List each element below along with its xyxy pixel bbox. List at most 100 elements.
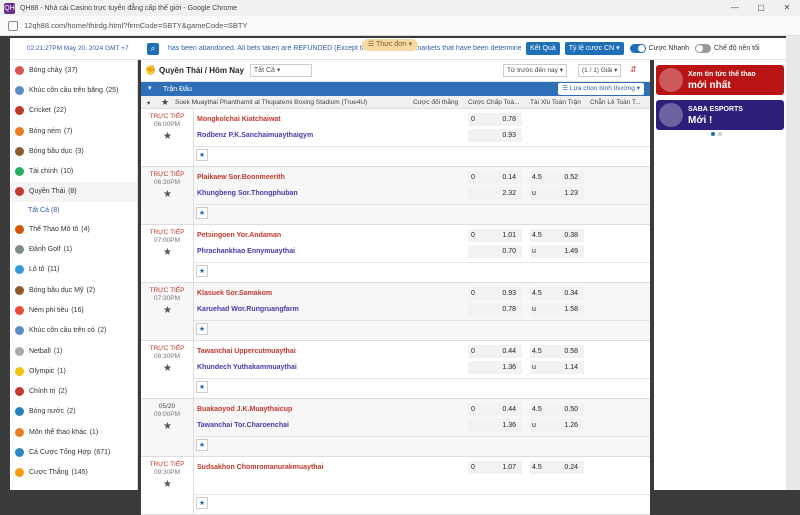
handicap-home-odds[interactable]: 1.07	[468, 461, 522, 474]
pin-star-icon[interactable]: ★	[196, 381, 208, 393]
address-bar[interactable]: 12qh88.com/home/thirdg.html?firmCode=SBT…	[0, 16, 800, 36]
sidebar-item[interactable]: Quyền Thái (8)	[10, 181, 137, 203]
sort-select[interactable]: Từ trước đến nay ▾	[503, 64, 567, 77]
night-mode-toggle[interactable]: Chế độ nền tối	[695, 44, 760, 53]
sidebar-item[interactable]: Đánh Golf (1)	[10, 239, 137, 259]
sidebar-item[interactable]: Cược Thắng (145)	[10, 463, 137, 483]
league-star-icon[interactable]: ★	[161, 97, 169, 108]
handicap-away-odds[interactable]: 1.36	[468, 361, 522, 374]
sport-icon	[15, 407, 24, 417]
close-icon[interactable]: ✕	[774, 0, 800, 16]
sidebar-item-label: Netball	[29, 347, 51, 355]
sidebar-item[interactable]: Cricket (22)	[10, 101, 137, 121]
favorite-star-icon[interactable]: ★	[163, 479, 172, 490]
handicap-home-odds[interactable]: 0.14	[468, 171, 522, 184]
handicap-home-odds[interactable]: 0.44	[468, 345, 522, 358]
results-button[interactable]: Kết Quả	[526, 42, 560, 55]
pin-star-icon[interactable]: ★	[196, 439, 208, 451]
site-info-icon[interactable]	[8, 20, 18, 31]
sidebar-item-count: (1)	[53, 347, 63, 355]
sidebar-item-label: Cược Thắng	[29, 469, 69, 477]
league-name: Suek Muaythai Phanthamit at Thupatemi Bo…	[175, 99, 368, 106]
under-odds[interactable]: 1.14	[530, 361, 584, 374]
sidebar-item[interactable]: Bóng bầu dục Mỹ (2)	[10, 280, 137, 300]
sidebar-item-label: Cá Cược Tổng Hợp	[29, 448, 91, 456]
sidebar-item[interactable]: Môn thể thao khác (1)	[10, 422, 137, 442]
handicap-home-odds[interactable]: 1.01	[468, 229, 522, 242]
sidebar-item[interactable]: Bóng ném (7)	[10, 121, 137, 141]
divider	[193, 283, 194, 341]
sidebar-item[interactable]: Olympic (1)	[10, 361, 137, 381]
quick-bet-toggle[interactable]: Cược Nhanh	[629, 44, 689, 53]
handicap-away-odds[interactable]: 0.78	[468, 303, 522, 316]
over-odds[interactable]	[530, 113, 584, 126]
favorite-star-icon[interactable]: ★	[163, 421, 172, 432]
sidebar-item[interactable]: Bóng nước (2)	[10, 402, 137, 422]
toggle-switch-on[interactable]	[629, 44, 646, 53]
url-text[interactable]: 12qh88.com/home/thirdg.html?firmCode=SBT…	[24, 21, 247, 30]
pin-star-icon[interactable]: ★	[196, 265, 208, 277]
ou-under-label: u	[532, 364, 536, 371]
sidebar-item[interactable]: Ném phi tiêu (16)	[10, 300, 137, 320]
sidebar-item[interactable]: Chính trị (2)	[10, 381, 137, 401]
under-odds[interactable]: 1.58	[530, 303, 584, 316]
menu-button[interactable]: ☰ Thực đơn ▾	[362, 39, 418, 51]
sidebar-item[interactable]: Khúc côn cầu trên băng (25)	[10, 80, 137, 100]
handicap-home-odds[interactable]: 0.93	[468, 287, 522, 300]
favorite-star-icon[interactable]: ★	[163, 363, 172, 374]
search-icon[interactable]: ⌕	[147, 42, 159, 55]
pin-star-icon[interactable]: ★	[196, 323, 208, 335]
sport-icon	[15, 245, 24, 255]
sidebar-item[interactable]: Lô tô (11)	[10, 260, 137, 280]
under-odds[interactable]	[530, 129, 584, 142]
sidebar-item-count: (1)	[57, 367, 66, 375]
minimize-icon[interactable]: —	[722, 0, 748, 16]
favorite-star-icon[interactable]: ★	[163, 189, 172, 200]
sort-order-icon[interactable]: ⇵	[630, 65, 637, 74]
handicap-away-odds[interactable]: 1.36	[468, 419, 522, 432]
handicap-away-odds[interactable]: 0.70	[468, 245, 522, 258]
sidebar-item[interactable]: Cá Cược Tổng Hợp (671)	[10, 442, 137, 462]
news-banner[interactable]: Xem tin tức thể thao mới nhất	[656, 65, 784, 95]
collapse-league-icon[interactable]: ▾	[147, 99, 150, 107]
page-scrollbar[interactable]	[786, 36, 800, 490]
sidebar-subitem-all[interactable]: Tất Cả (8)	[10, 202, 137, 219]
carousel-dot[interactable]	[718, 132, 722, 136]
pin-star-icon[interactable]: ★	[196, 149, 208, 161]
handicap-away-odds[interactable]	[468, 477, 522, 490]
handicap-home-odds[interactable]: 0.78	[468, 113, 522, 126]
handicap-away-odds[interactable]: 2.32	[468, 187, 522, 200]
toggle-switch-off[interactable]	[695, 44, 712, 53]
odds-type-select[interactable]: Tỷ lệ cược CN ▾	[564, 42, 624, 55]
match-time: TRỰC TIẾP 09:30PM	[141, 461, 193, 477]
favorite-star-icon[interactable]: ★	[163, 305, 172, 316]
sidebar-item[interactable]: Bóng chày (37)	[10, 60, 137, 80]
sidebar-item[interactable]: Tài chính (10)	[10, 161, 137, 181]
under-odds[interactable]	[530, 477, 584, 490]
sidebar-item[interactable]: Bóng bầu dục (3)	[10, 141, 137, 161]
maximize-icon[interactable]: ▢	[748, 0, 774, 16]
page-select[interactable]: (1 / 1) Giải ▾	[578, 64, 622, 77]
under-odds[interactable]: 1.23	[530, 187, 584, 200]
collapse-icon[interactable]: ▾	[148, 84, 152, 92]
sidebar-item[interactable]: Netball (1)	[10, 341, 137, 361]
sidebar-item[interactable]: Khúc côn cầu trên cỏ (2)	[10, 321, 137, 341]
under-odds[interactable]: 1.26	[530, 419, 584, 432]
away-team: Khungbeng Sor.Thongphuban	[197, 190, 298, 197]
handicap-away-odds[interactable]: 0.93	[468, 129, 522, 142]
pin-star-icon[interactable]: ★	[196, 497, 208, 509]
pin-star-icon[interactable]: ★	[196, 207, 208, 219]
sidebar-item-count: (2)	[66, 408, 76, 416]
odds-choice-select[interactable]: ☰ Lựa chọn bình thường ▾	[558, 83, 644, 95]
carousel-dot[interactable]	[711, 132, 715, 136]
esports-banner[interactable]: SABA ESPORTS Mới !	[656, 100, 784, 130]
filter-select[interactable]: Tất Cả ▾	[249, 64, 312, 77]
favorite-star-icon[interactable]: ★	[163, 247, 172, 258]
handicap-home-odds[interactable]: 0.44	[468, 403, 522, 416]
handicap-line: 0	[471, 116, 475, 123]
sport-icon	[15, 326, 24, 336]
under-odds[interactable]: 1.49	[530, 245, 584, 258]
favorite-star-icon[interactable]: ★	[163, 131, 172, 142]
sidebar-item[interactable]: Thể Thao Mô tô (4)	[10, 219, 137, 239]
away-team: Tawanchai Tor.Charoenchai	[197, 422, 289, 429]
